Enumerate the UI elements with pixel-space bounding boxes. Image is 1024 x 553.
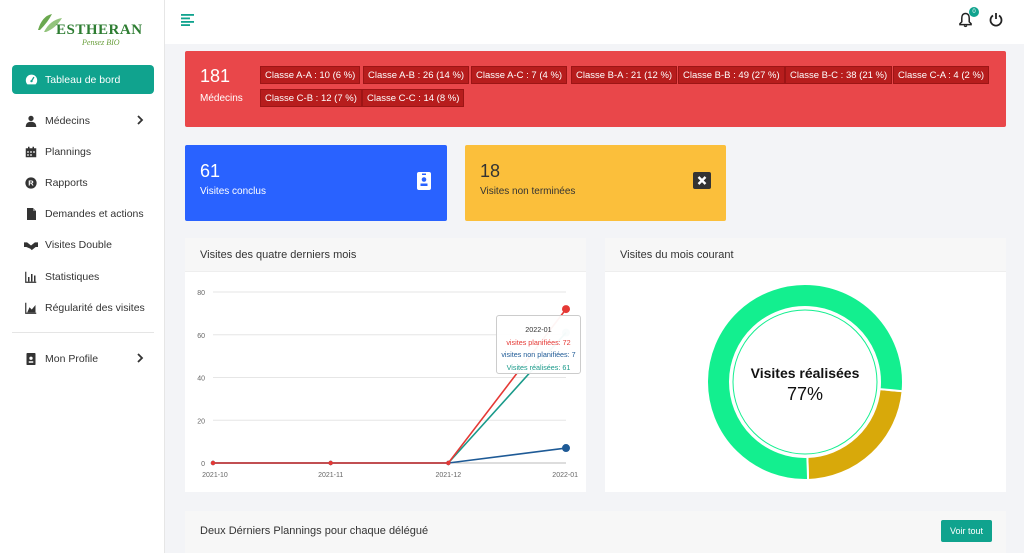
plannings-panel-title: Deux Dérniers Plannings pour chaque délé… — [200, 525, 429, 537]
dashboard-gauge-icon — [24, 73, 38, 87]
chevron-right-icon — [137, 115, 144, 125]
sidebar-item-label: Statistiques — [45, 271, 100, 283]
visits-unfinished-count: 18 — [480, 161, 501, 181]
doctors-label: Médecins — [200, 93, 243, 104]
sidebar-item-mon-profile[interactable]: Mon Profile — [12, 345, 154, 373]
data-point — [562, 444, 570, 453]
sidebar-item-visites-double[interactable]: Visites Double — [12, 231, 154, 259]
brand-logo[interactable]: ESTHERAN Pensez BIO — [36, 10, 142, 50]
sidebar-item-label: Médecins — [45, 115, 90, 127]
sidebar-item-plannings[interactable]: Plannings — [12, 138, 154, 166]
class-badge: Classe A-A : 10 (6 %) — [260, 66, 361, 84]
top-bar: 0 — [165, 0, 1024, 44]
notification-badge: 0 — [969, 7, 979, 17]
sidebar-item-statistiques[interactable]: Statistiques — [12, 263, 154, 291]
brand-tagline: Pensez BIO — [82, 38, 120, 47]
tooltip-done: Visites réalisées: 61 — [506, 362, 571, 372]
y-tick-label: 0 — [201, 461, 205, 468]
id-card-icon — [417, 172, 431, 190]
doctors-summary-card: 181 Médecins Classe A-A : 10 (6 %) Class… — [185, 51, 1006, 127]
id-badge-icon — [24, 352, 38, 366]
visits-done-label: Visites conclus — [200, 186, 266, 197]
sidebar-item-label: Plannings — [45, 146, 92, 158]
sidebar-item-label: Mon Profile — [45, 353, 99, 365]
plannings-panel: Deux Dérniers Plannings pour chaque délé… — [185, 511, 1006, 553]
visits-unfinished-card: 18 Visites non terminées — [465, 145, 726, 221]
data-point — [562, 305, 570, 314]
brand-name: ESTHERAN — [56, 22, 143, 38]
line-chart: 0 20 40 60 80 2021-10 2021-11 2021-12 2022-01 — [197, 290, 578, 479]
series-line — [213, 447, 567, 464]
class-badge: Classe A-C : 7 (4 %) — [471, 66, 568, 84]
file-icon — [24, 207, 38, 221]
sidebar-item-regularite[interactable]: Régularité des visites — [12, 294, 154, 322]
bar-chart-icon — [24, 270, 38, 284]
chart-tooltip: 2022-01 visites planifiées: 72 visites n… — [496, 315, 581, 374]
data-point — [328, 460, 333, 466]
donut-center-percent: 77% — [786, 384, 824, 404]
sidebar-item-rapports[interactable]: R Rapports — [12, 169, 154, 197]
sidebar-item-demandes[interactable]: Demandes et actions — [12, 200, 154, 228]
y-tick-label: 80 — [197, 290, 205, 297]
x-tick-label: 2022-01 — [552, 472, 578, 479]
class-badge: Classe B-B : 49 (27 %) — [678, 66, 785, 84]
sidebar: ESTHERAN Pensez BIO Tableau de bord Méde… — [0, 0, 165, 553]
data-point — [446, 460, 451, 466]
svg-text:R: R — [28, 179, 34, 188]
sidebar-item-label: Rapports — [45, 177, 88, 189]
sidebar-divider — [12, 332, 154, 333]
power-icon[interactable] — [989, 12, 1003, 27]
donut-chart-title: Visites du mois courant — [605, 238, 1006, 272]
data-point — [210, 460, 216, 466]
y-tick-label: 40 — [197, 376, 205, 383]
user-doctor-icon — [24, 114, 38, 128]
sidebar-item-label: Régularité des visites — [45, 302, 145, 314]
x-tick-label: 2021-12 — [435, 472, 461, 479]
class-badge: Classe C-C : 14 (8 %) — [362, 89, 465, 107]
x-tick-label: 2021-10 — [202, 472, 228, 479]
class-badge: Classe A-B : 26 (14 %) — [363, 66, 470, 84]
class-badge: Classe B-C : 38 (21 %) — [785, 66, 893, 84]
registered-icon: R — [24, 176, 38, 190]
menu-toggle-icon[interactable] — [181, 14, 195, 26]
y-tick-label: 60 — [197, 333, 205, 340]
line-chart-title: Visites des quatre derniers mois — [185, 238, 586, 272]
sidebar-item-label: Tableau de bord — [45, 73, 121, 86]
sidebar-item-label: Visites Double — [45, 239, 112, 251]
handshake-icon — [24, 238, 38, 252]
chevron-right-icon — [137, 353, 144, 363]
tooltip-title: 2022-01 — [525, 325, 552, 334]
class-badge: Classe C-A : 4 (2 %) — [893, 66, 990, 84]
sidebar-item-label: Demandes et actions — [45, 208, 144, 220]
doctors-count: 181 — [200, 66, 231, 86]
tooltip-unplanned: visites non planifiées: 7 — [501, 350, 576, 359]
x-tick-label: 2021-11 — [318, 472, 343, 479]
close-square-icon — [693, 172, 711, 189]
class-badge: Classe B-A : 21 (12 %) — [571, 66, 678, 84]
tooltip-planned: visites planifiées: 72 — [506, 337, 571, 347]
sidebar-item-medecins[interactable]: Médecins — [12, 107, 154, 135]
visits-done-count: 61 — [200, 161, 221, 181]
y-tick-label: 20 — [197, 418, 205, 425]
calendar-icon — [24, 145, 38, 159]
donut-chart — [706, 283, 904, 481]
visits-unfinished-label: Visites non terminées — [480, 186, 576, 197]
visits-done-card: 61 Visites conclus — [185, 145, 447, 221]
donut-inner-ring — [732, 309, 878, 455]
voir-tout-button[interactable]: Voir tout — [941, 520, 992, 542]
area-chart-icon — [24, 301, 38, 315]
class-badge: Classe C-B : 12 (7 %) — [260, 89, 362, 107]
sidebar-item-dashboard[interactable]: Tableau de bord — [12, 65, 154, 94]
donut-center-label: Visites réalisées — [750, 365, 860, 381]
